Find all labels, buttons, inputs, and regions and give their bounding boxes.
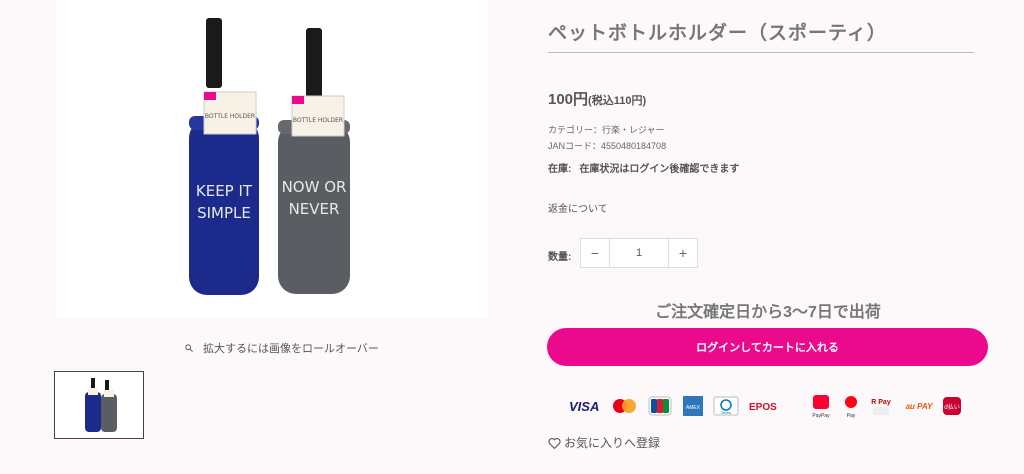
epos-logo: EPOS	[749, 402, 777, 413]
quantity-input[interactable]: 1	[609, 239, 669, 267]
magnifier-icon	[185, 344, 193, 352]
price-value: 100円	[548, 91, 589, 108]
holder-text-1b: SIMPLE	[197, 204, 251, 222]
stock-text: 在庫状況はログイン後確認できます	[579, 164, 740, 175]
zoom-hint: 拡大するには画像をロールオーバー	[185, 340, 379, 356]
strap-blue	[206, 18, 222, 88]
svg-text:VISA: VISA	[569, 399, 599, 414]
jcb-logo	[648, 396, 672, 416]
holder-text-2a: NOW OR	[282, 178, 347, 196]
quantity-label: 数量:	[548, 252, 572, 263]
holder-grey: BOTTLE HOLDER NOW OR NEVER	[278, 28, 350, 294]
add-to-cart-button[interactable]: ログインしてカートに入れる	[547, 328, 988, 366]
strap-grey	[306, 28, 322, 98]
quantity-minus-button[interactable]: −	[581, 239, 609, 267]
merpay-logo: Pay	[845, 396, 857, 419]
svg-text:Diners: Diners	[721, 411, 731, 415]
quantity-plus-button[interactable]: +	[669, 239, 697, 267]
favorite-button[interactable]: お気に入りへ登録	[548, 434, 660, 451]
tag-text-grey: BOTTLE HOLDER	[293, 117, 343, 124]
svg-text:Pay: Pay	[847, 413, 856, 419]
visa-logo: VISA	[569, 399, 599, 414]
quantity-stepper: − 1 +	[580, 238, 698, 268]
payment-methods: VISA AMEX Diners EPOS PayPay Pay R Pay a…	[563, 392, 983, 420]
price-tax: (税込110円)	[588, 95, 647, 107]
svg-text:AMEX: AMEX	[686, 405, 701, 411]
favorite-label: お気に入りへ登録	[564, 436, 661, 450]
svg-text:PayPay: PayPay	[812, 413, 830, 419]
jan-code: JANコード：4550480184708	[548, 141, 667, 151]
product-title: ペットボトルホルダー（スポーティ）	[548, 23, 887, 44]
product-main-image[interactable]: BOTTLE HOLDER KEEP IT SIMPLE BOTTLE HOLD…	[56, 0, 488, 318]
price: 100円(税込110円)	[548, 88, 646, 109]
heart-icon	[548, 437, 561, 449]
shipping-note: ご注文確定日から3〜7日で出荷	[655, 304, 881, 321]
svg-text:au PAY: au PAY	[906, 402, 933, 411]
holder-text-1a: KEEP IT	[196, 182, 253, 200]
zoom-hint-text: 拡大するには画像をロールオーバー	[203, 343, 379, 355]
refund-link[interactable]: 返金について	[548, 200, 608, 215]
stock-status: 在庫: 在庫状況はログイン後確認できます	[548, 160, 739, 175]
svg-text:d払い: d払い	[944, 403, 960, 411]
dbarai-logo: d払い	[943, 397, 961, 415]
title-divider	[548, 52, 974, 53]
tag-text-blue: BOTTLE HOLDER	[205, 113, 255, 120]
thumbnail-1[interactable]	[54, 371, 144, 439]
amex-logo: AMEX	[683, 396, 703, 416]
category-text: カテゴリー：行楽・レジャー	[548, 125, 665, 135]
diners-logo: Diners	[713, 396, 739, 416]
stock-label: 在庫:	[548, 164, 572, 175]
svg-text:EPOS: EPOS	[749, 402, 777, 413]
holder-text-2b: NEVER	[289, 200, 340, 218]
aupay-logo: au PAY	[906, 402, 933, 411]
rpay-logo: R Pay	[871, 399, 891, 415]
paypay-logo: PayPay	[812, 395, 830, 419]
holder-blue: BOTTLE HOLDER KEEP IT SIMPLE	[189, 18, 259, 295]
mastercard-logo	[613, 399, 636, 413]
svg-text:R Pay: R Pay	[871, 399, 891, 406]
